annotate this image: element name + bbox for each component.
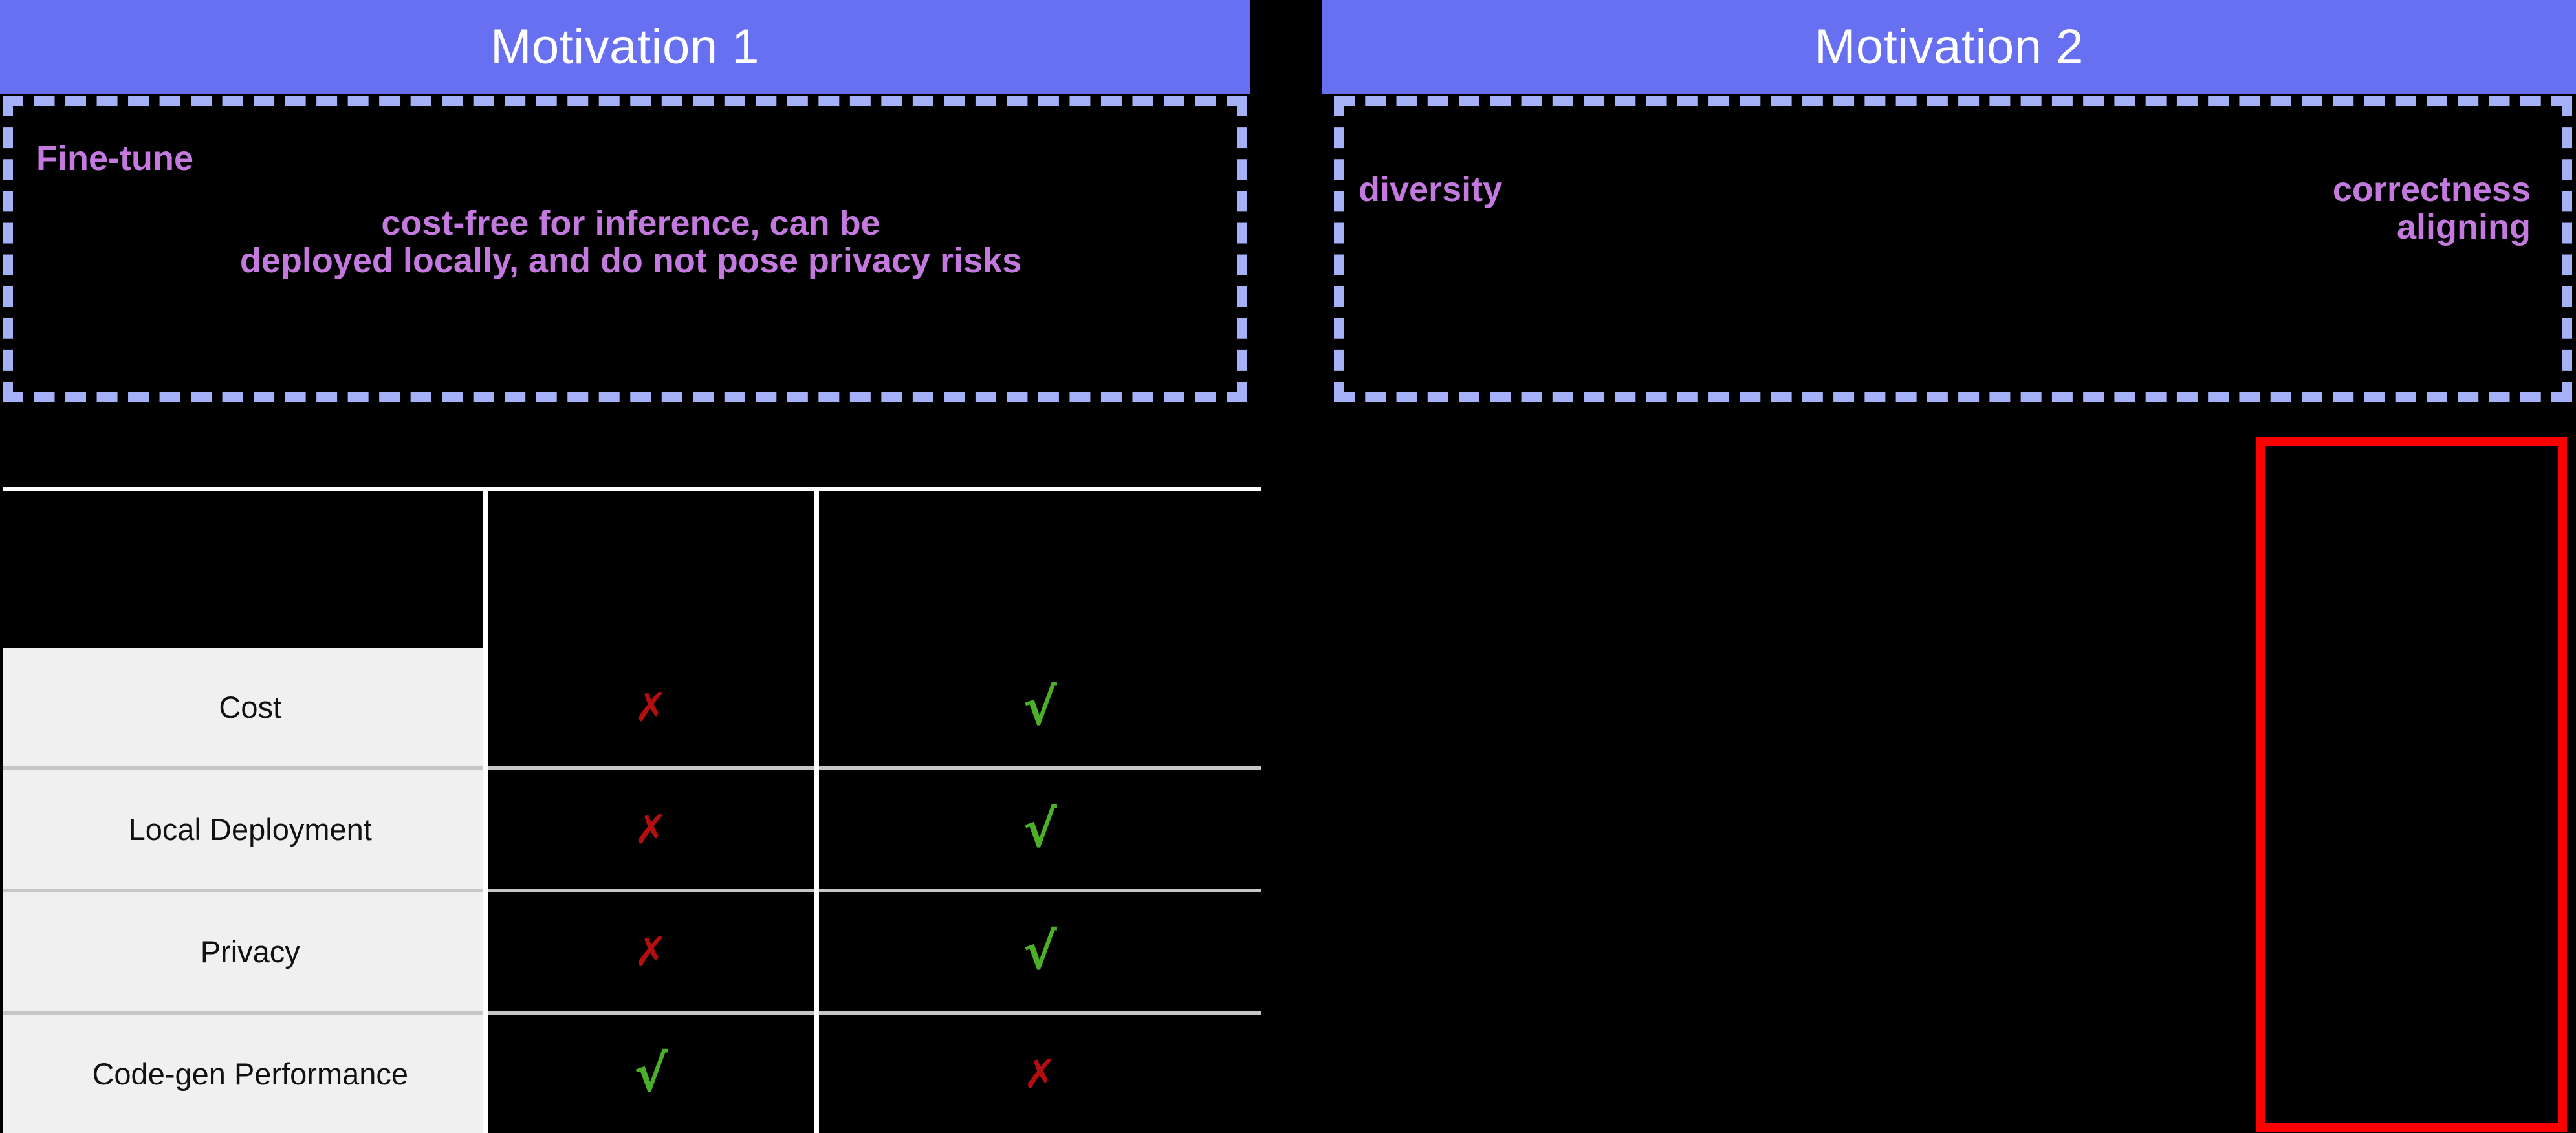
motivation-2-callout-box: diversity correctness aligning xyxy=(1334,96,2572,402)
cell-cost-col1: ✗ xyxy=(485,648,819,768)
row-label-privacy: Privacy xyxy=(3,889,488,1013)
table-row: Local Deployment ✗ √ xyxy=(3,766,1261,890)
check-icon: √ xyxy=(1023,922,1057,981)
cell-cost-col2: √ xyxy=(816,648,1261,768)
table-header-cell-1 xyxy=(485,487,819,648)
cell-privacy-col2: √ xyxy=(816,889,1261,1013)
table-row: Cost ✗ √ xyxy=(3,648,1261,768)
table-header-row xyxy=(3,487,1261,648)
table-header-cell-0 xyxy=(3,487,488,648)
motivation-2-banner: Motivation 2 xyxy=(1322,0,2576,94)
row-label-code-gen-performance: Code-gen Performance xyxy=(3,1011,488,1133)
cross-icon: ✗ xyxy=(634,805,668,853)
cell-code-gen-performance-col1: √ xyxy=(485,1011,819,1133)
motivation-1-comparison-table: Cost ✗ √ Local Deployment ✗ √ Privacy ✗ … xyxy=(3,487,1261,1133)
check-icon: √ xyxy=(1023,800,1057,859)
row-label-cost: Cost xyxy=(3,648,488,768)
cell-local-deployment-col2: √ xyxy=(816,766,1261,890)
cell-local-deployment-col1: ✗ xyxy=(485,766,819,890)
row-label-local-deployment: Local Deployment xyxy=(3,766,488,890)
motivation-1-callout-box: Fine-tune cost-free for inference, can b… xyxy=(3,96,1247,402)
cross-icon: ✗ xyxy=(634,927,668,975)
cell-code-gen-performance-col2: ✗ xyxy=(816,1011,1261,1133)
motivation-2-title: Motivation 2 xyxy=(1815,19,2084,74)
table-row: Code-gen Performance √ ✗ xyxy=(3,1011,1261,1133)
motivation-1-title: Motivation 1 xyxy=(490,19,759,74)
motivation-1-banner: Motivation 1 xyxy=(0,0,1250,94)
table-header-cell-2 xyxy=(816,487,1261,648)
table-row: Privacy ✗ √ xyxy=(3,889,1261,1013)
fine-tune-label: Fine-tune xyxy=(36,139,193,178)
cross-icon: ✗ xyxy=(1023,1050,1057,1097)
check-icon: √ xyxy=(1023,678,1057,737)
motivation-1-panel: Motivation 1 Fine-tune cost-free for inf… xyxy=(0,0,1261,1133)
diversity-label: diversity xyxy=(1359,170,1503,209)
check-icon: √ xyxy=(633,1044,668,1103)
fine-tune-benefits-text: cost-free for inference, can be deployed… xyxy=(239,204,1022,281)
cell-privacy-col1: ✗ xyxy=(485,889,819,1013)
motivation-2-panel: Motivation 2 diversity correctness align… xyxy=(1322,0,2576,1122)
correctness-aligning-label: correctness aligning xyxy=(2332,170,2531,247)
cross-icon: ✗ xyxy=(634,683,668,731)
